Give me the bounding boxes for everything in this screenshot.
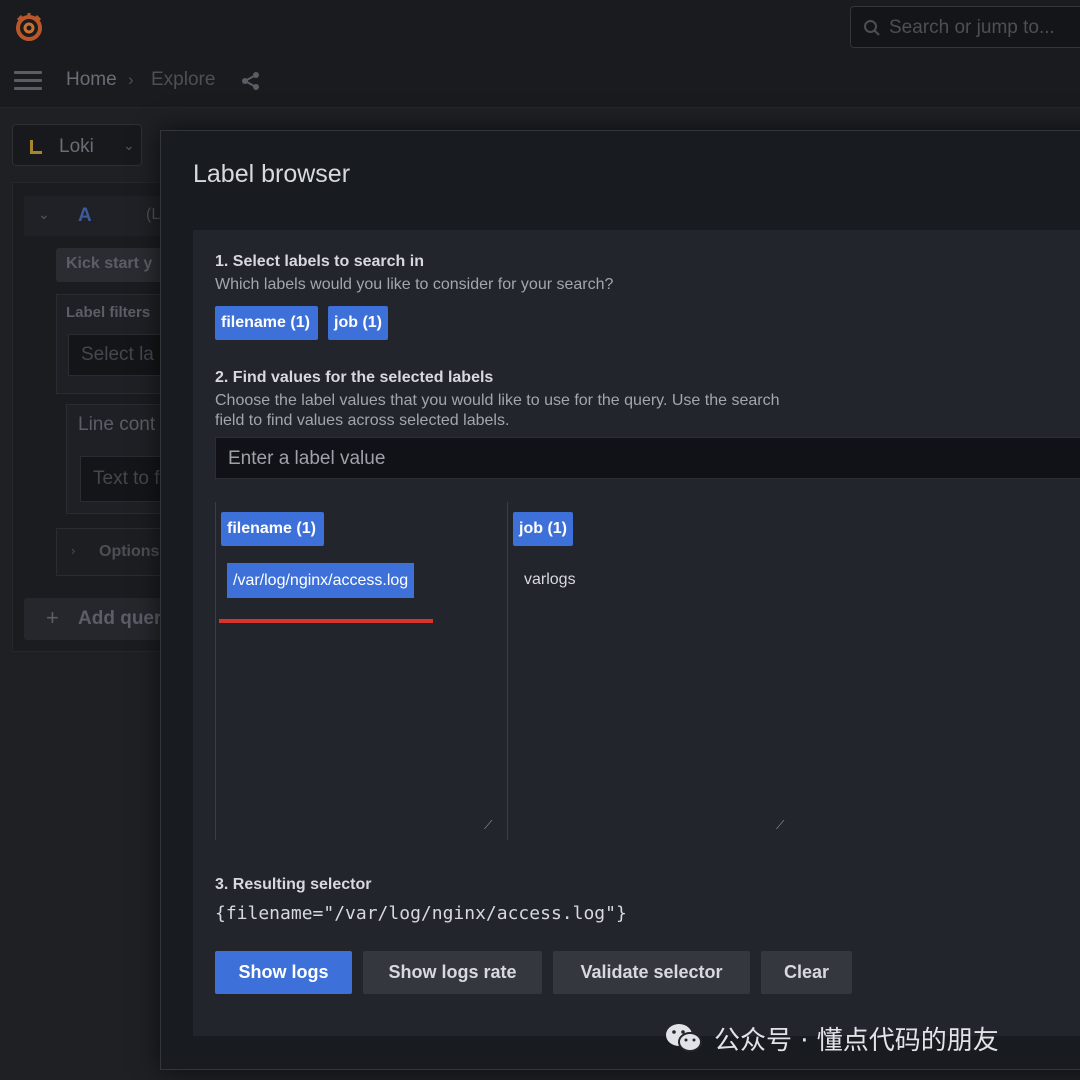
values-column-job[interactable]: ⟋ — [507, 502, 789, 840]
value-item-selected[interactable]: /var/log/nginx/access.log — [227, 563, 415, 598]
validate-selector-button[interactable]: Validate selector — [553, 951, 750, 994]
top-bar: Search or jump to... — [0, 0, 1080, 54]
step3-title: 3. Resulting selector — [215, 876, 372, 893]
modal-title: Label browser — [193, 160, 351, 188]
search-placeholder: Search or jump to... — [889, 17, 1055, 38]
breadcrumb-separator: › — [128, 70, 134, 89]
resize-handle-icon[interactable]: ⟋ — [484, 818, 492, 833]
query-letter: A — [78, 205, 92, 226]
label-filters-title: Label filters — [66, 304, 151, 321]
highlight-underline — [219, 619, 433, 623]
chevron-down-icon: ⌄ — [123, 137, 135, 153]
step2-description-line2: field to find values across selected lab… — [215, 412, 510, 429]
label-select-input[interactable]: Select la — [68, 334, 168, 376]
wechat-watermark: 公众号 · 懂点代码的朋友 — [664, 1016, 999, 1060]
clear-button[interactable]: Clear — [761, 951, 852, 994]
step1-title: 1. Select labels to search in — [215, 253, 424, 270]
step2-description-line1: Choose the label values that you would l… — [215, 392, 780, 409]
breadcrumb-explore: Explore — [151, 69, 216, 90]
column-header-job: job (1) — [513, 512, 573, 546]
line-text-input[interactable]: Text to f — [80, 456, 170, 502]
options-label: Options — [99, 543, 160, 560]
step2-title: 2. Find values for the selected labels — [215, 369, 494, 386]
label-value-search-input[interactable]: Enter a label value — [215, 437, 1080, 479]
show-logs-rate-button[interactable]: Show logs rate — [363, 951, 542, 994]
loki-icon — [30, 140, 42, 154]
values-column-filename[interactable]: ⟋ — [215, 502, 497, 840]
query-datasource-hint: (L — [146, 206, 161, 223]
grafana-logo-icon[interactable] — [12, 10, 46, 44]
query-row-header[interactable]: ⌄ A (L — [24, 196, 164, 236]
options-row[interactable]: › Options — [56, 528, 166, 576]
plus-icon: + — [46, 605, 59, 630]
add-query-button[interactable]: + Add quer — [24, 598, 164, 640]
nav-bar: Home › Explore — [0, 54, 1080, 108]
label-chip-filename[interactable]: filename (1) — [215, 306, 318, 340]
search-input[interactable]: Search or jump to... — [850, 6, 1080, 48]
menu-icon[interactable] — [14, 71, 42, 91]
chevron-right-icon: › — [71, 543, 76, 558]
watermark-text: 公众号 · 懂点代码的朋友 — [714, 1025, 999, 1056]
breadcrumb-home[interactable]: Home — [66, 69, 117, 91]
show-logs-button[interactable]: Show logs — [215, 951, 352, 994]
value-item[interactable]: varlogs — [524, 571, 576, 589]
add-query-label: Add quer — [78, 608, 162, 629]
collapse-chevron-icon[interactable]: ⌄ — [38, 206, 50, 223]
search-icon — [864, 20, 880, 36]
datasource-name: Loki — [59, 136, 94, 157]
step1-description: Which labels would you like to consider … — [215, 276, 614, 293]
datasource-picker[interactable]: Loki ⌄ — [12, 124, 142, 166]
kick-start-button[interactable]: Kick start y — [56, 248, 166, 282]
share-icon[interactable] — [240, 70, 262, 92]
wechat-icon — [666, 1024, 702, 1052]
resulting-selector: {filename="/var/log/nginx/access.log"} — [215, 903, 627, 924]
line-contains-title: Line cont — [78, 414, 156, 435]
label-chip-job[interactable]: job (1) — [328, 306, 388, 340]
resize-handle-icon[interactable]: ⟋ — [776, 818, 784, 833]
column-header-filename: filename (1) — [221, 512, 324, 546]
